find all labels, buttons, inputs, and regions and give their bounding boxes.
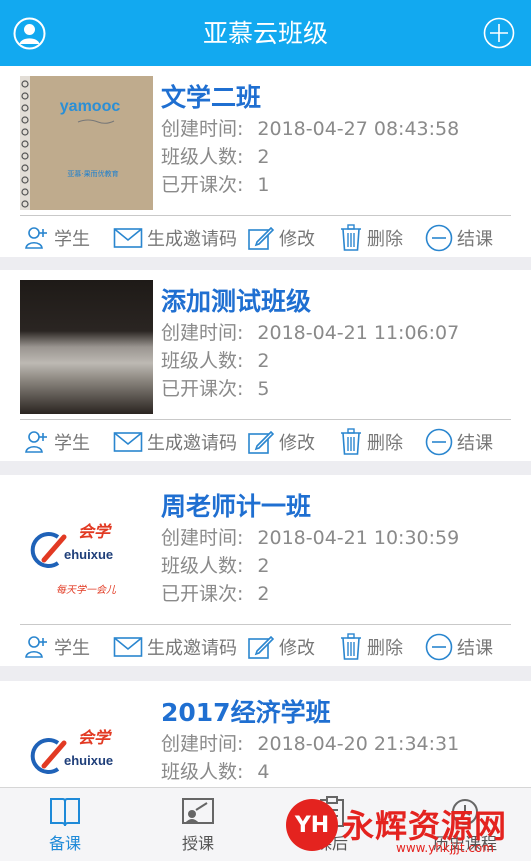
delete-button[interactable]: 删除 xyxy=(339,224,403,252)
class-card[interactable]: 会学 ehuixue 每天学一会儿 2017经济学班 创建时间:2018-04-… xyxy=(0,681,531,787)
logo-brand: 会学 xyxy=(78,728,112,747)
trash-icon xyxy=(341,428,361,455)
invite-code-button[interactable]: 生成邀请码 xyxy=(113,633,237,661)
trash-icon xyxy=(341,224,361,251)
watermark: YH 永辉资源网 www.yhkjjjt.com xyxy=(286,797,531,857)
notebook-brand: yamooc xyxy=(60,98,121,115)
ehuixue-logo: 会学 ehuixue 每天学一会儿 xyxy=(20,485,153,619)
add-student-icon xyxy=(25,227,47,249)
edit-icon xyxy=(248,430,275,454)
edit-icon xyxy=(248,226,275,250)
class-name[interactable]: 周老师计一班 xyxy=(161,487,311,523)
teach-icon xyxy=(182,798,214,824)
book-icon xyxy=(50,798,80,827)
edit-icon xyxy=(248,635,275,659)
class-card[interactable]: 添加测试班级 创建时间: 2018-04-21 11:06:07 班级人数: 2 已… xyxy=(0,270,531,461)
class-card[interactable]: 会学 ehuixue 每天学一会儿 周老师计一班 创建时间: 2018-04-21… xyxy=(0,475,531,666)
students-button[interactable]: 学生 xyxy=(24,428,90,456)
session-count: 已开课次: 2 xyxy=(161,583,270,605)
minus-circle-icon xyxy=(425,428,453,456)
add-student-icon xyxy=(25,431,47,453)
member-count: 班级人数: 2 xyxy=(161,146,270,168)
edit-button[interactable]: 修改 xyxy=(247,428,315,456)
class-thumbnail: yamooc 亚慕·果而优教育 xyxy=(20,76,153,210)
tab-prepare[interactable]: 备课 xyxy=(25,794,105,854)
finish-class-button[interactable]: 结课 xyxy=(425,224,493,252)
minus-circle-icon xyxy=(425,224,453,252)
edit-button[interactable]: 修改 xyxy=(247,633,315,661)
edit-button[interactable]: 修改 xyxy=(247,224,315,252)
card-actions: 学生 生成邀请码 修改 删除 结课 xyxy=(0,420,531,461)
dark-photo xyxy=(20,280,153,414)
session-count: 已开课次: 1 xyxy=(161,174,270,196)
notebook-photo: yamooc 亚慕·果而优教育 xyxy=(20,76,153,210)
students-button[interactable]: 学生 xyxy=(24,633,90,661)
page-title: 亚慕云班级 xyxy=(202,19,328,48)
logo-latin: ehuixue xyxy=(64,753,113,768)
invite-code-button[interactable]: 生成邀请码 xyxy=(113,224,237,252)
trash-icon xyxy=(341,633,361,660)
envelope-icon xyxy=(113,637,143,657)
class-name[interactable]: 2017经济学班 xyxy=(161,693,331,729)
finish-class-button[interactable]: 结课 xyxy=(425,428,493,456)
invite-code-button[interactable]: 生成邀请码 xyxy=(113,428,237,456)
member-count: 班级人数: 4 xyxy=(161,761,270,783)
logo-brand: 会学 xyxy=(78,522,112,541)
member-count: 班级人数: 2 xyxy=(161,350,270,372)
finish-class-button[interactable]: 结课 xyxy=(425,633,493,661)
created-time: 创建时间: 2018-04-20 21:34:31 xyxy=(161,733,460,755)
logo-latin: ehuixue xyxy=(64,547,113,562)
class-thumbnail: 会学 ehuixue 每天学一会儿 xyxy=(20,691,153,787)
minus-circle-icon xyxy=(425,633,453,661)
member-count: 班级人数: 2 xyxy=(161,555,270,577)
delete-button[interactable]: 删除 xyxy=(339,428,403,456)
envelope-icon xyxy=(113,228,143,248)
plus-circle-icon[interactable] xyxy=(483,17,515,49)
notebook-small: 亚慕·果而优教育 xyxy=(67,169,118,178)
logo-slogan: 每天学一会儿 xyxy=(56,584,117,596)
class-thumbnail xyxy=(20,280,153,414)
card-actions: 学生 生成邀请码 修改 删除 结课 xyxy=(0,625,531,666)
created-time: 创建时间: 2018-04-21 10:30:59 xyxy=(161,527,460,549)
tab-label: 备课 xyxy=(48,834,81,853)
created-time: 创建时间: 2018-04-27 08:43:58 xyxy=(161,118,460,140)
delete-button[interactable]: 删除 xyxy=(339,633,403,661)
class-list[interactable]: yamooc 亚慕·果而优教育 文学二班 创建时间: 2018-04-27 08:… xyxy=(0,66,531,787)
watermark-logo: YH xyxy=(286,799,338,851)
class-name[interactable]: 文学二班 xyxy=(161,78,261,114)
created-time: 创建时间: 2018-04-21 11:06:07 xyxy=(161,322,460,344)
envelope-icon xyxy=(113,432,143,452)
class-name[interactable]: 添加测试班级 xyxy=(161,282,311,318)
tab-label: 授课 xyxy=(181,834,214,853)
tab-teach[interactable]: 授课 xyxy=(158,794,238,854)
ehuixue-logo: 会学 ehuixue 每天学一会儿 xyxy=(20,691,153,787)
class-card[interactable]: yamooc 亚慕·果而优教育 文学二班 创建时间: 2018-04-27 08:… xyxy=(0,66,531,257)
app-header: 亚慕云班级 xyxy=(0,0,531,66)
card-actions: 学生 生成邀请码 修改 删除 结课 xyxy=(0,216,531,257)
students-button[interactable]: 学生 xyxy=(24,224,90,252)
add-student-icon xyxy=(25,636,47,658)
session-count: 已开课次: 5 xyxy=(161,378,270,400)
watermark-url: www.yhkjjjt.com xyxy=(396,841,494,855)
class-thumbnail: 会学 ehuixue 每天学一会儿 xyxy=(20,485,153,619)
